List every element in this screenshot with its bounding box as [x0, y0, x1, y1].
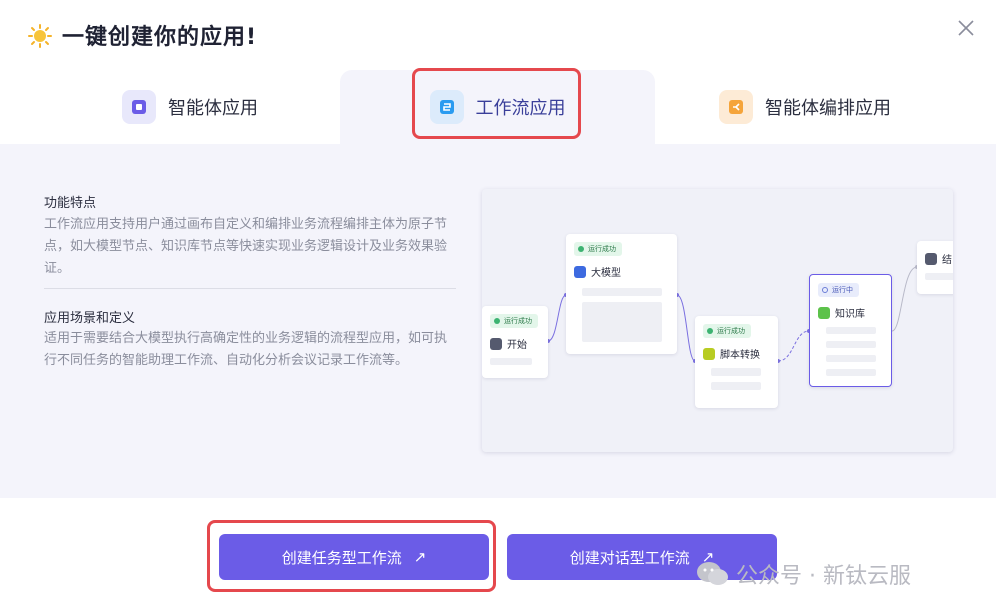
tab-agent-app-label: 智能体应用	[168, 98, 258, 119]
node-status-success: 运行成功	[574, 242, 622, 256]
wechat-icon	[697, 562, 728, 585]
node-llm-label: 大模型	[591, 268, 621, 279]
watermark: 公众号 · 新钛云服	[696, 558, 911, 590]
tab-agent-orchestration-app[interactable]: 智能体编排应用	[655, 70, 955, 144]
workflow-preview-image: 运行成功 开始 运行成功 大模型 运行成功 脚本转换 运行中 知识库 结	[482, 189, 953, 452]
dialog-header: 一键创建你的应用!	[0, 0, 996, 70]
create-task-workflow-label: 创建任务型工作流	[281, 548, 402, 567]
workflow-app-icon	[429, 90, 464, 124]
create-chat-workflow-label: 创建对话型工作流	[569, 548, 690, 567]
create-task-workflow-button[interactable]: 创建任务型工作流 ↗	[219, 534, 489, 580]
node-end-label: 结	[942, 255, 952, 266]
flow-node-knowledge: 运行中 知识库	[809, 274, 892, 387]
tab-workflow-app-label: 工作流应用	[475, 98, 566, 119]
scenarios-desc: 适用于需要结合大模型执行高确定性的业务逻辑的流程型应用，如可执行不同任务的智能助…	[44, 331, 448, 368]
flow-node-llm: 运行成功 大模型	[566, 234, 677, 354]
node-script-label: 脚本转换	[720, 350, 760, 361]
create-app-dialog: 一键创建你的应用! 智能体应用 工作流应用 智能体编排应用 功能特点 工作流应用…	[0, 0, 996, 615]
app-type-tabs: 智能体应用 工作流应用 智能体编排应用	[0, 70, 996, 144]
knowledge-node-icon	[818, 306, 830, 319]
agent-orchestration-icon	[719, 90, 753, 124]
close-icon[interactable]	[954, 16, 978, 40]
section-divider	[44, 288, 456, 289]
node-start-label: 开始	[507, 340, 527, 351]
script-node-icon	[703, 347, 715, 360]
features-desc: 工作流应用支持用户通过画布自定义和编排业务流程编排主体为原子节点，如大模型节点、…	[44, 217, 448, 276]
dialog-title: 一键创建你的应用!	[62, 25, 258, 50]
llm-node-icon	[574, 265, 586, 278]
tab-agent-orchestration-label: 智能体编排应用	[765, 98, 891, 119]
watermark-text: 公众号 · 新钛云服	[736, 564, 911, 589]
tab-agent-app[interactable]: 智能体应用	[40, 70, 340, 144]
flow-node-script: 运行成功 脚本转换	[695, 316, 778, 408]
flow-node-end: 结	[917, 241, 953, 294]
sun-icon	[28, 24, 52, 48]
scenarios-title: 应用场景和定义	[44, 311, 136, 326]
node-knowledge-label: 知识库	[835, 309, 865, 320]
start-node-icon	[490, 337, 502, 350]
node-status-success: 运行成功	[703, 324, 751, 338]
node-status-running: 运行中	[818, 283, 859, 297]
agent-app-icon	[122, 90, 156, 124]
dialog-footer: 创建任务型工作流 ↗ 创建对话型工作流 ↗	[0, 498, 996, 615]
external-arrow-icon: ↗	[413, 548, 427, 566]
end-node-icon	[925, 252, 937, 265]
tab-workflow-app[interactable]: 工作流应用	[340, 70, 655, 144]
tab-content-panel: 功能特点 工作流应用支持用户通过画布自定义和编排业务流程编排主体为原子节点，如大…	[0, 144, 996, 498]
node-status-success: 运行成功	[490, 314, 538, 328]
features-title: 功能特点	[44, 196, 97, 211]
flow-node-start: 运行成功 开始	[482, 306, 548, 378]
